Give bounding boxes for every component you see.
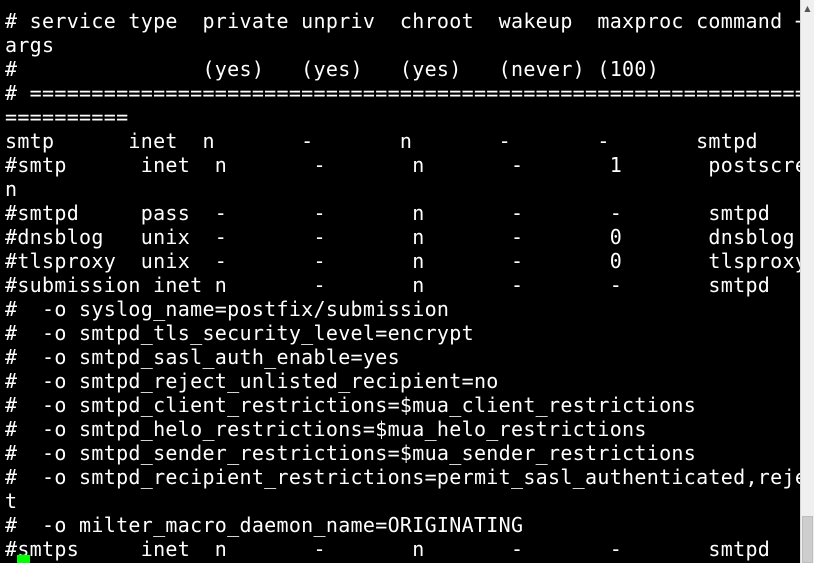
terminal-line: # ======================================… (5, 81, 800, 105)
terminal-line: #submission inet n - n - - smtpd (5, 273, 771, 297)
terminal-line: # -o smtpd_reject_unlisted_recipient=no (5, 369, 499, 393)
terminal-line: #smtps inet n - n - - smtpd (5, 537, 771, 561)
terminal-line: # service type private unpriv chroot wak… (5, 9, 800, 33)
terminal-window[interactable]: # service type private unpriv chroot wak… (0, 0, 800, 563)
terminal-line: #tlsproxy unix - - n - 0 tlsproxy (5, 249, 800, 273)
scrollbar-thumb[interactable] (802, 516, 813, 563)
terminal-line: # -o smtpd_helo_restrictions=$mua_helo_r… (5, 417, 647, 441)
terminal-line: args (5, 33, 55, 57)
terminal-line: # -o smtpd_tls_security_level=encrypt (5, 321, 474, 345)
terminal-line: # -o smtpd_recipient_restrictions=permit… (5, 465, 800, 489)
vertical-scrollbar[interactable]: ▲ (800, 0, 814, 563)
terminal-line: # -o smtpd_sender_restrictions=$mua_send… (5, 441, 697, 465)
terminal-line: # -o smtpd_client_restrictions=$mua_clie… (5, 393, 697, 417)
terminal-line: # -o smtpd_sasl_auth_enable=yes (5, 345, 400, 369)
terminal-line: #smtpd pass - - n - - smtpd (5, 201, 771, 225)
terminal-line: ========== (5, 105, 129, 129)
terminal-line: t (5, 489, 18, 513)
terminal-line: # -o syslog_name=postfix/submission (5, 297, 450, 321)
terminal-text: # service type private unpriv chroot wak… (5, 9, 800, 561)
terminal-cursor (17, 555, 30, 563)
terminal-line: smtp inet n - n - - smtpd (5, 129, 758, 153)
terminal-line: # (yes) (yes) (yes) (never) (100) (5, 57, 660, 81)
terminal-line: #dnsblog unix - - n - 0 dnsblog (5, 225, 795, 249)
terminal-line: #smtp inet n - n - 1 postscree (5, 153, 800, 177)
scroll-up-arrow-icon[interactable]: ▲ (801, 0, 814, 17)
terminal-line: n (5, 177, 18, 201)
terminal-line: # -o milter_macro_daemon_name=ORIGINATIN… (5, 513, 524, 537)
